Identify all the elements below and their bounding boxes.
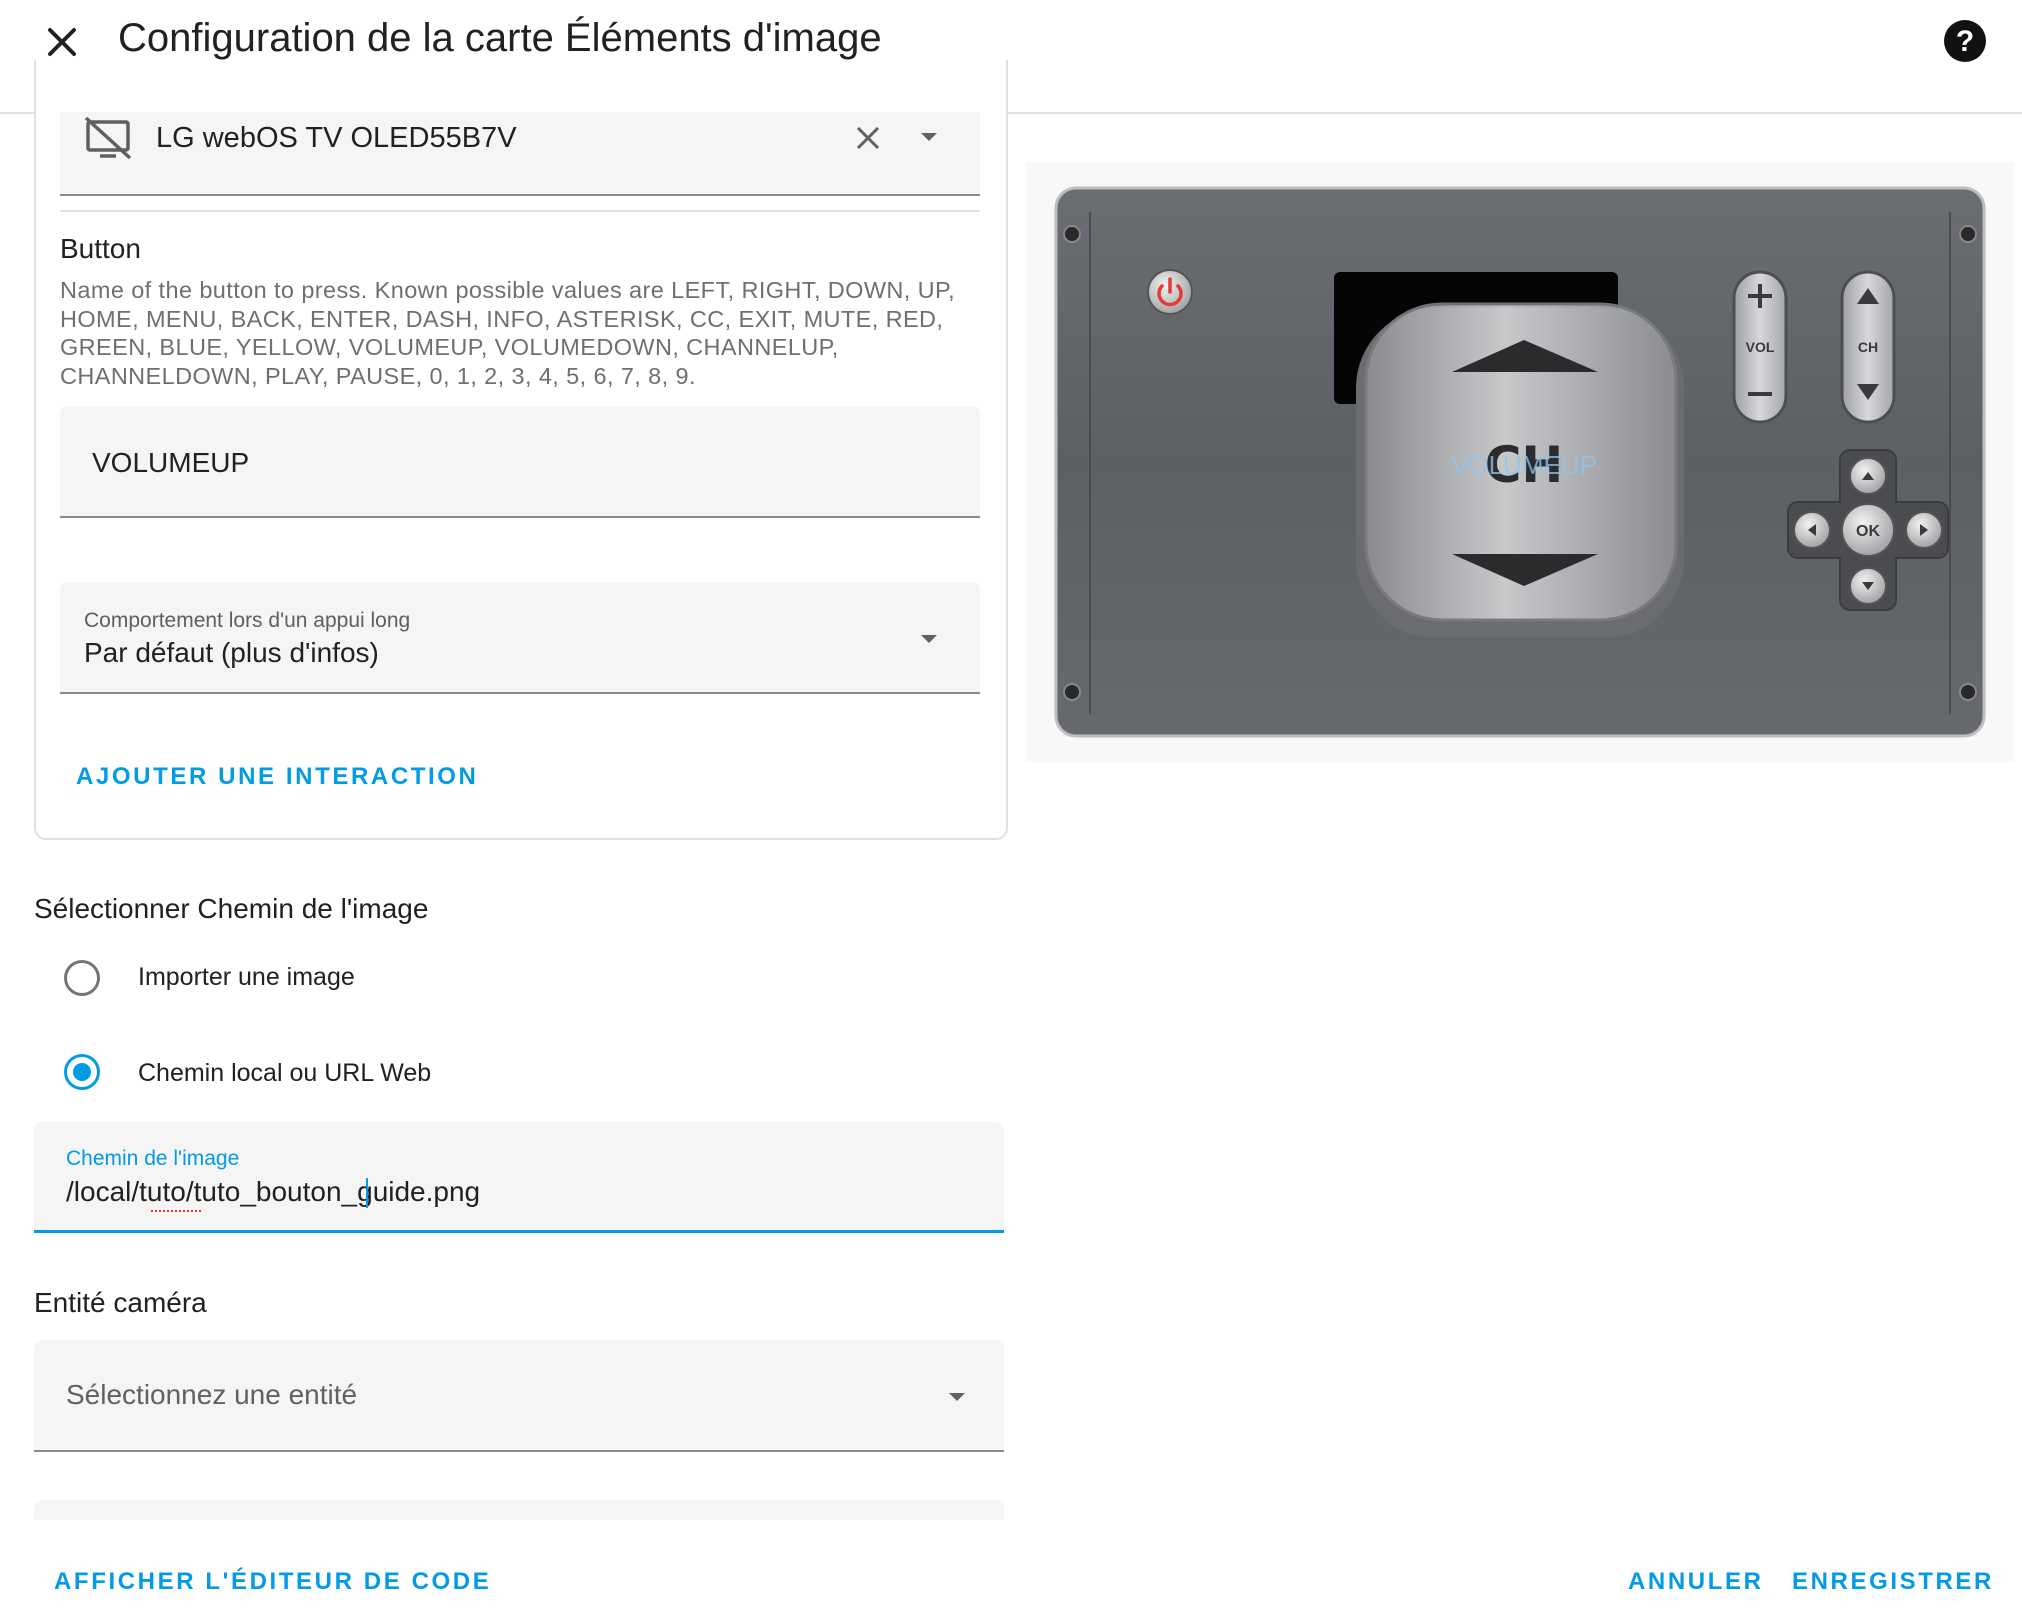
radio-local-url-label[interactable]: Chemin local ou URL Web [138, 1056, 431, 1090]
svg-text:?: ? [1956, 25, 1974, 58]
help-icon[interactable]: ? [1942, 18, 1988, 64]
image-source-heading: Sélectionner Chemin de l'image [34, 893, 429, 924]
clear-icon[interactable] [852, 122, 884, 154]
show-code-editor-button[interactable]: AFFICHER L'ÉDITEUR DE CODE [54, 1566, 491, 1598]
add-interaction-button[interactable]: AJOUTER UNE INTERACTION [60, 756, 494, 798]
cancel-button[interactable]: ANNULER [1628, 1566, 1764, 1598]
radio-selected-dot [73, 1063, 91, 1081]
image-path-label: Chemin de l'image [66, 1147, 240, 1170]
menu-down-icon[interactable] [946, 1390, 968, 1404]
menu-down-icon[interactable] [918, 632, 940, 646]
image-path-value[interactable]: /local/tuto/tuto_bouton_guide.png [66, 1174, 480, 1210]
entity-value: LG webOS TV OLED55B7V [156, 122, 517, 154]
ch-label: CH [1858, 339, 1878, 355]
ok-label: OK [1856, 523, 1880, 540]
hold-action-label: Comportement lors d'un appui long [84, 609, 411, 632]
close-icon[interactable] [38, 18, 86, 66]
radio-upload-label[interactable]: Importer une image [138, 960, 355, 994]
camera-entity-placeholder: Sélectionnez une entité [66, 1379, 358, 1410]
save-button[interactable]: ENREGISTRER [1792, 1566, 1994, 1598]
remote-picture-image: CH VOLUMEUP VOL CH OK [1054, 186, 1986, 738]
vol-label: VOL [1746, 339, 1775, 355]
divider [60, 210, 980, 212]
television-off-icon [84, 116, 132, 160]
button-heading: Button [60, 233, 141, 264]
radio-upload-image[interactable] [64, 960, 100, 996]
next-field-partial [34, 1500, 1004, 1522]
dialog-title: Configuration de la carte Éléments d'ima… [118, 16, 882, 60]
hold-action-value: Par défaut (plus d'infos) [84, 637, 379, 668]
button-input-value: VOLUMEUP [92, 447, 250, 478]
element-overlay-text: VOLUMEUP [1451, 450, 1597, 480]
spellcheck-underline [151, 1206, 201, 1212]
button-description: Name of the button to press. Known possi… [60, 277, 956, 389]
text-caret [366, 1178, 368, 1208]
menu-down-icon[interactable] [918, 130, 940, 144]
camera-heading: Entité caméra [34, 1287, 207, 1318]
